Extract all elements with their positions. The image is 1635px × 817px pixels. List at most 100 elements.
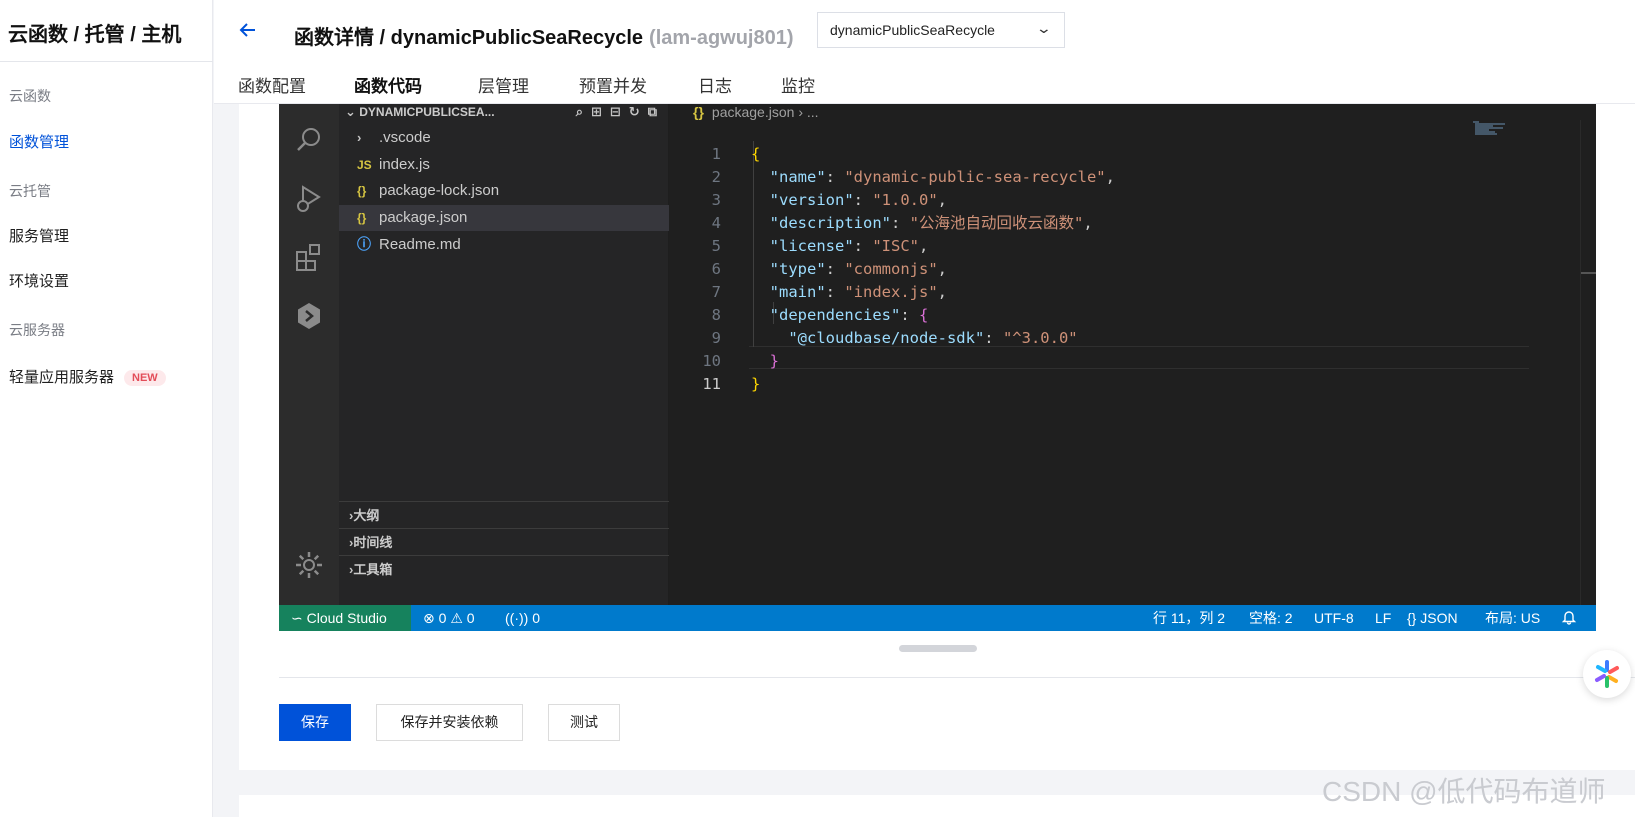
js-file-icon: JS: [357, 158, 372, 172]
arrow-left-icon[interactable]: [238, 20, 258, 46]
status-bar: ∽ Cloud Studio ⊗ 0 ⚠ 0 ((·)) 0 行 11，列 2 …: [279, 605, 1596, 631]
tab-function-config[interactable]: 函数配置: [238, 72, 306, 97]
breadcrumb-file[interactable]: package.json: [712, 104, 795, 120]
sidebar-item-environment-settings[interactable]: 环境设置: [9, 270, 69, 291]
problems-indicator[interactable]: ⊗ 0 ⚠ 0: [423, 605, 475, 631]
error-icon: ⊗: [423, 610, 435, 626]
explorer-root-label[interactable]: DYNAMICPUBLICSEA...: [359, 105, 494, 119]
language-mode[interactable]: {} JSON: [1407, 605, 1458, 631]
broadcast-icon: ((·)): [505, 610, 529, 626]
search-icon[interactable]: ⌕: [576, 104, 591, 119]
code-line: 1{: [669, 119, 1469, 163]
line-number: 11: [702, 374, 721, 393]
eol-setting[interactable]: LF: [1375, 605, 1391, 631]
code-line: 10 }: [669, 326, 1469, 370]
sidebar-section-cloud-server: 云服务器: [9, 322, 65, 338]
new-folder-icon[interactable]: ⊟: [610, 104, 629, 119]
test-button[interactable]: 测试: [548, 704, 620, 741]
ports-indicator[interactable]: ((·)) 0: [505, 605, 540, 631]
keyboard-layout[interactable]: 布局: US: [1485, 605, 1540, 631]
extensions-icon[interactable]: [293, 240, 325, 272]
panel-label: 工具箱: [353, 562, 393, 577]
warning-icon: ⚠: [450, 610, 463, 626]
info-icon: ⓘ: [357, 236, 371, 252]
save-button[interactable]: 保存: [279, 704, 351, 741]
tab-monitoring[interactable]: 监控: [781, 72, 815, 97]
page-title-text: 函数详情 / dynamicPublicSeaRecycle: [294, 27, 644, 49]
resize-handle[interactable]: [899, 645, 977, 652]
code-line: 3 "version": "1.0.0",: [669, 165, 1469, 209]
minimap[interactable]: [1471, 120, 1509, 138]
tree-item-label: package-lock.json: [379, 182, 500, 199]
sidebar-section-cloud-function: 云函数: [9, 88, 51, 104]
page-title: 函数详情 / dynamicPublicSeaRecycle (lam-agwuj…: [294, 21, 794, 50]
gear-icon[interactable]: [293, 549, 325, 581]
sidebar-item-lightweight-server[interactable]: 轻量应用服务器 NEW: [9, 366, 166, 387]
sidebar-divider: [0, 61, 213, 62]
error-count: 0: [438, 610, 447, 626]
explorer-toolbar: ⌕⊞⊟↻⧉: [576, 104, 665, 120]
panel-label: 大纲: [353, 508, 380, 523]
cloud-studio-icon: ∽: [291, 610, 303, 626]
cursor-position[interactable]: 行 11，列 2: [1153, 605, 1225, 631]
panel-toolbox[interactable]: ›工具箱: [339, 555, 669, 582]
code-line: 4 "description": "公海池自动回收云函数",: [669, 188, 1469, 232]
encoding-setting[interactable]: UTF-8: [1314, 605, 1354, 631]
sidebar-section-cloud-hosting: 云托管: [9, 183, 51, 199]
refresh-icon[interactable]: ↻: [629, 104, 648, 119]
sidebar-item-function-management[interactable]: 函数管理: [9, 131, 69, 152]
code-line: 8 "dependencies": {: [669, 280, 1469, 324]
explorer-header: ⌄ DYNAMICPUBLICSEA... ⌕⊞⊟↻⧉: [339, 104, 669, 122]
code-line: 5 "license": "ISC",: [669, 211, 1469, 255]
run-debug-icon[interactable]: [293, 182, 325, 214]
tree-item-label: package.json: [379, 209, 468, 226]
json-file-icon: {}: [693, 104, 704, 120]
function-id: (lam-agwuj801): [649, 27, 794, 49]
tree-item-package-lock[interactable]: {} package-lock.json: [339, 178, 669, 204]
tab-logs[interactable]: 日志: [698, 72, 732, 97]
new-file-icon[interactable]: ⊞: [591, 104, 610, 119]
search-icon[interactable]: [293, 124, 325, 156]
tree-item-package-json[interactable]: {} package.json: [339, 205, 669, 231]
code-pane[interactable]: {} package.json › ... 1{ 2 "name": "dynam…: [669, 104, 1596, 605]
cloudbase-icon[interactable]: [293, 300, 325, 332]
sidebar-item-label: 轻量应用服务器: [9, 369, 115, 386]
tree-item-index-js[interactable]: JS index.js: [339, 152, 669, 178]
divider: [279, 677, 1635, 678]
tab-function-code[interactable]: 函数代码: [354, 72, 422, 97]
indent-setting[interactable]: 空格: 2: [1249, 605, 1293, 631]
new-badge: NEW: [124, 370, 166, 386]
code-line: 11}: [669, 349, 1469, 393]
panel-timeline[interactable]: ›时间线: [339, 528, 669, 555]
page-header: 函数详情 / dynamicPublicSeaRecycle (lam-agwuj…: [214, 0, 1635, 104]
bell-icon[interactable]: [1561, 605, 1577, 631]
cloud-studio-label: Cloud Studio: [306, 610, 387, 626]
code-editor: ⌄ DYNAMICPUBLICSEA... ⌕⊞⊟↻⧉ › .vscode JS i…: [279, 104, 1596, 631]
breadcrumb-tail: › ...: [798, 104, 819, 120]
sidebar-title: 云函数 / 托管 / 主机: [8, 24, 182, 46]
left-sidebar: 云函数 / 托管 / 主机 云函数 函数管理 云托管 服务管理 环境设置 云服务…: [0, 0, 213, 817]
tree-item-readme[interactable]: ⓘ Readme.md: [339, 231, 669, 257]
json-file-icon: {}: [357, 184, 367, 198]
warning-count: 0: [466, 610, 475, 626]
tab-provisioned-concurrency[interactable]: 预置并发: [579, 72, 647, 97]
cloud-studio-badge[interactable]: ∽ Cloud Studio: [279, 605, 411, 631]
code-line: 9 "@cloudbase/node-sdk": "^3.0.0": [669, 303, 1469, 347]
tab-layer-management[interactable]: 层管理: [478, 72, 529, 97]
editor-scrollbar[interactable]: [1580, 120, 1596, 605]
tree-item-vscode[interactable]: › .vscode: [339, 125, 669, 151]
function-select[interactable]: dynamicPublicSeaRecycle ⌄: [817, 12, 1065, 48]
scrollbar-thumb[interactable]: [1581, 272, 1596, 274]
code-line: 2 "name": "dynamic-public-sea-recycle",: [669, 142, 1469, 186]
chevron-down-icon: ⌄: [1035, 20, 1053, 36]
sidebar-item-service-management[interactable]: 服务管理: [9, 225, 69, 246]
tree-item-label: index.js: [379, 156, 430, 173]
collapse-icon[interactable]: ⧉: [648, 104, 665, 119]
panel-outline[interactable]: ›大纲: [339, 501, 669, 528]
chevron-right-icon: ›: [357, 130, 362, 145]
assistant-float-icon[interactable]: [1583, 650, 1631, 698]
tree-item-label: .vscode: [379, 129, 431, 146]
save-install-button[interactable]: 保存并安装依赖: [376, 704, 523, 741]
panel-label: 时间线: [353, 535, 393, 550]
code-line: 6 "type": "commonjs",: [669, 234, 1469, 278]
